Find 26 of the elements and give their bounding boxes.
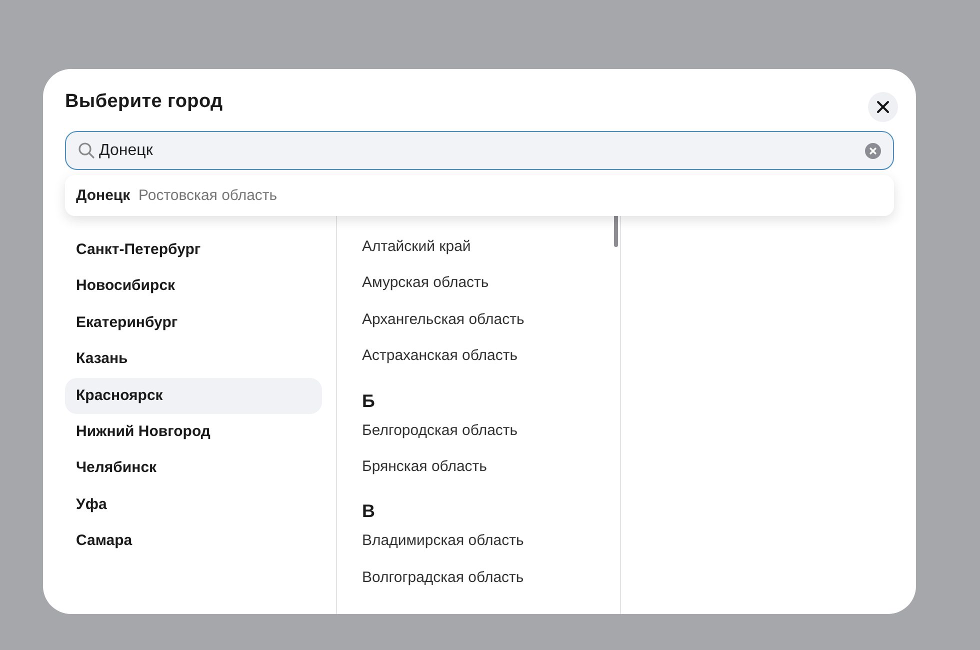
clear-icon[interactable] bbox=[865, 142, 881, 158]
city-item[interactable]: Новосибирск bbox=[65, 268, 322, 305]
letter-heading: В bbox=[362, 500, 376, 524]
letter-heading: Б bbox=[362, 390, 376, 413]
search-field[interactable]: Донецк bbox=[65, 131, 894, 170]
search-icon bbox=[78, 142, 95, 159]
city-item[interactable]: Нижний Новгород bbox=[65, 414, 322, 450]
region-item[interactable]: Алтайский край bbox=[362, 238, 620, 274]
region-item[interactable]: Владимирская область bbox=[362, 532, 620, 569]
region-item[interactable]: Белгородская область bbox=[362, 422, 620, 458]
region-item[interactable]: Амурская область bbox=[362, 274, 620, 311]
city-item[interactable]: Казань bbox=[65, 341, 322, 378]
suggestion-item[interactable]: Донецк Ростовская область bbox=[65, 175, 894, 216]
region-item[interactable]: Волгоградская область bbox=[362, 568, 620, 606]
region-item[interactable]: Астраханская область bbox=[362, 347, 620, 384]
city-item[interactable]: Санкт-Петербург bbox=[65, 232, 322, 268]
city-item[interactable]: Челябинск bbox=[65, 450, 322, 487]
close-button[interactable] bbox=[868, 92, 898, 122]
dialog-title: Выберите город bbox=[65, 91, 223, 113]
region-item[interactable]: Архангельская область bbox=[362, 310, 620, 348]
city-item[interactable]: Самара bbox=[65, 523, 322, 560]
city-item[interactable]: Уфа bbox=[65, 486, 322, 524]
close-icon bbox=[876, 100, 890, 114]
city-item[interactable]: Екатеринбург bbox=[65, 304, 322, 342]
region-item[interactable]: Брянская область bbox=[362, 458, 620, 494]
city-item[interactable]: Красноярск bbox=[65, 378, 322, 414]
